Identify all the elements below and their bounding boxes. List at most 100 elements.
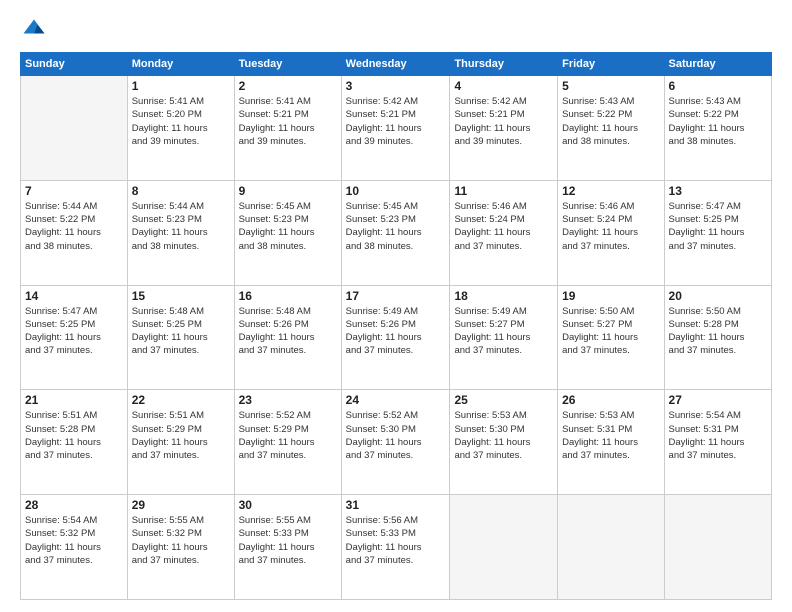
day-info: Sunrise: 5:56 AMSunset: 5:33 PMDaylight:… xyxy=(346,514,446,567)
day-info: Sunrise: 5:52 AMSunset: 5:29 PMDaylight:… xyxy=(239,409,337,462)
day-cell: 23 Sunrise: 5:52 AMSunset: 5:29 PMDayligh… xyxy=(234,390,341,495)
day-number: 22 xyxy=(132,393,230,407)
day-cell xyxy=(558,495,664,600)
day-info: Sunrise: 5:54 AMSunset: 5:31 PMDaylight:… xyxy=(669,409,767,462)
week-row-4: 21 Sunrise: 5:51 AMSunset: 5:28 PMDayligh… xyxy=(21,390,772,495)
day-info: Sunrise: 5:46 AMSunset: 5:24 PMDaylight:… xyxy=(562,200,659,253)
day-number: 26 xyxy=(562,393,659,407)
day-cell: 4Sunrise: 5:42 AMSunset: 5:21 PMDaylight… xyxy=(450,76,558,181)
day-cell: 25 Sunrise: 5:53 AMSunset: 5:30 PMDayligh… xyxy=(450,390,558,495)
day-cell: 11 Sunrise: 5:46 AMSunset: 5:24 PMDayligh… xyxy=(450,180,558,285)
day-info: Sunrise: 5:47 AMSunset: 5:25 PMDaylight:… xyxy=(25,305,123,358)
day-number: 12 xyxy=(562,184,659,198)
day-cell: 31 Sunrise: 5:56 AMSunset: 5:33 PMDayligh… xyxy=(341,495,450,600)
day-number: 24 xyxy=(346,393,446,407)
day-info: Sunrise: 5:50 AMSunset: 5:27 PMDaylight:… xyxy=(562,305,659,358)
day-cell: 30Sunrise: 5:55 AMSunset: 5:33 PMDayligh… xyxy=(234,495,341,600)
day-info: Sunrise: 5:46 AMSunset: 5:24 PMDaylight:… xyxy=(454,200,553,253)
day-number: 13 xyxy=(669,184,767,198)
day-cell: 14 Sunrise: 5:47 AMSunset: 5:25 PMDayligh… xyxy=(21,285,128,390)
day-cell: 12 Sunrise: 5:46 AMSunset: 5:24 PMDayligh… xyxy=(558,180,664,285)
col-header-monday: Monday xyxy=(127,53,234,76)
week-row-1: 1Sunrise: 5:41 AMSunset: 5:20 PMDaylight… xyxy=(21,76,772,181)
header xyxy=(20,16,772,44)
day-info: Sunrise: 5:48 AMSunset: 5:26 PMDaylight:… xyxy=(239,305,337,358)
day-info: Sunrise: 5:51 AMSunset: 5:29 PMDaylight:… xyxy=(132,409,230,462)
day-cell: 22 Sunrise: 5:51 AMSunset: 5:29 PMDayligh… xyxy=(127,390,234,495)
day-info: Sunrise: 5:44 AMSunset: 5:22 PMDaylight:… xyxy=(25,200,123,253)
day-cell: 24 Sunrise: 5:52 AMSunset: 5:30 PMDayligh… xyxy=(341,390,450,495)
day-cell: 21 Sunrise: 5:51 AMSunset: 5:28 PMDayligh… xyxy=(21,390,128,495)
day-info: Sunrise: 5:42 AMSunset: 5:21 PMDaylight:… xyxy=(346,95,446,148)
day-cell: 18Sunrise: 5:49 AMSunset: 5:27 PMDayligh… xyxy=(450,285,558,390)
day-number: 21 xyxy=(25,393,123,407)
logo xyxy=(20,16,52,44)
day-info: Sunrise: 5:53 AMSunset: 5:30 PMDaylight:… xyxy=(454,409,553,462)
day-cell: 5 Sunrise: 5:43 AMSunset: 5:22 PMDaylight… xyxy=(558,76,664,181)
day-number: 10 xyxy=(346,184,446,198)
day-cell: 27 Sunrise: 5:54 AMSunset: 5:31 PMDayligh… xyxy=(664,390,771,495)
day-info: Sunrise: 5:45 AMSunset: 5:23 PMDaylight:… xyxy=(346,200,446,253)
day-number: 7 xyxy=(25,184,123,198)
day-info: Sunrise: 5:54 AMSunset: 5:32 PMDaylight:… xyxy=(25,514,123,567)
day-info: Sunrise: 5:43 AMSunset: 5:22 PMDaylight:… xyxy=(562,95,659,148)
day-info: Sunrise: 5:55 AMSunset: 5:32 PMDaylight:… xyxy=(132,514,230,567)
col-header-friday: Friday xyxy=(558,53,664,76)
day-number: 16 xyxy=(239,289,337,303)
day-cell: 7 Sunrise: 5:44 AMSunset: 5:22 PMDaylight… xyxy=(21,180,128,285)
day-number: 9 xyxy=(239,184,337,198)
day-cell: 10 Sunrise: 5:45 AMSunset: 5:23 PMDayligh… xyxy=(341,180,450,285)
day-number: 4 xyxy=(454,79,553,93)
col-header-sunday: Sunday xyxy=(21,53,128,76)
day-number: 3 xyxy=(346,79,446,93)
page: SundayMondayTuesdayWednesdayThursdayFrid… xyxy=(0,0,792,612)
day-cell: 17Sunrise: 5:49 AMSunset: 5:26 PMDayligh… xyxy=(341,285,450,390)
day-cell: 19 Sunrise: 5:50 AMSunset: 5:27 PMDayligh… xyxy=(558,285,664,390)
week-row-5: 28 Sunrise: 5:54 AMSunset: 5:32 PMDayligh… xyxy=(21,495,772,600)
day-info: Sunrise: 5:41 AMSunset: 5:20 PMDaylight:… xyxy=(132,95,230,148)
day-number: 29 xyxy=(132,498,230,512)
day-cell xyxy=(664,495,771,600)
col-header-wednesday: Wednesday xyxy=(341,53,450,76)
calendar-table: SundayMondayTuesdayWednesdayThursdayFrid… xyxy=(20,52,772,600)
logo-icon xyxy=(20,16,48,44)
day-number: 23 xyxy=(239,393,337,407)
day-cell: 16 Sunrise: 5:48 AMSunset: 5:26 PMDayligh… xyxy=(234,285,341,390)
day-info: Sunrise: 5:47 AMSunset: 5:25 PMDaylight:… xyxy=(669,200,767,253)
day-number: 28 xyxy=(25,498,123,512)
day-number: 14 xyxy=(25,289,123,303)
day-number: 8 xyxy=(132,184,230,198)
day-info: Sunrise: 5:43 AMSunset: 5:22 PMDaylight:… xyxy=(669,95,767,148)
day-cell: 20Sunrise: 5:50 AMSunset: 5:28 PMDayligh… xyxy=(664,285,771,390)
week-row-2: 7 Sunrise: 5:44 AMSunset: 5:22 PMDaylight… xyxy=(21,180,772,285)
day-cell: 6 Sunrise: 5:43 AMSunset: 5:22 PMDaylight… xyxy=(664,76,771,181)
day-number: 5 xyxy=(562,79,659,93)
day-info: Sunrise: 5:49 AMSunset: 5:26 PMDaylight:… xyxy=(346,305,446,358)
day-number: 6 xyxy=(669,79,767,93)
col-header-saturday: Saturday xyxy=(664,53,771,76)
day-info: Sunrise: 5:44 AMSunset: 5:23 PMDaylight:… xyxy=(132,200,230,253)
day-number: 31 xyxy=(346,498,446,512)
day-info: Sunrise: 5:41 AMSunset: 5:21 PMDaylight:… xyxy=(239,95,337,148)
day-number: 11 xyxy=(454,184,553,198)
day-cell: 29 Sunrise: 5:55 AMSunset: 5:32 PMDayligh… xyxy=(127,495,234,600)
header-row: SundayMondayTuesdayWednesdayThursdayFrid… xyxy=(21,53,772,76)
day-cell xyxy=(450,495,558,600)
day-cell: 9Sunrise: 5:45 AMSunset: 5:23 PMDaylight… xyxy=(234,180,341,285)
day-number: 27 xyxy=(669,393,767,407)
day-cell: 28 Sunrise: 5:54 AMSunset: 5:32 PMDayligh… xyxy=(21,495,128,600)
col-header-thursday: Thursday xyxy=(450,53,558,76)
day-info: Sunrise: 5:51 AMSunset: 5:28 PMDaylight:… xyxy=(25,409,123,462)
day-info: Sunrise: 5:55 AMSunset: 5:33 PMDaylight:… xyxy=(239,514,337,567)
day-info: Sunrise: 5:53 AMSunset: 5:31 PMDaylight:… xyxy=(562,409,659,462)
day-number: 19 xyxy=(562,289,659,303)
day-info: Sunrise: 5:52 AMSunset: 5:30 PMDaylight:… xyxy=(346,409,446,462)
day-cell: 26 Sunrise: 5:53 AMSunset: 5:31 PMDayligh… xyxy=(558,390,664,495)
day-cell xyxy=(21,76,128,181)
day-number: 25 xyxy=(454,393,553,407)
day-number: 2 xyxy=(239,79,337,93)
col-header-tuesday: Tuesday xyxy=(234,53,341,76)
day-info: Sunrise: 5:50 AMSunset: 5:28 PMDaylight:… xyxy=(669,305,767,358)
day-info: Sunrise: 5:49 AMSunset: 5:27 PMDaylight:… xyxy=(454,305,553,358)
day-cell: 1Sunrise: 5:41 AMSunset: 5:20 PMDaylight… xyxy=(127,76,234,181)
